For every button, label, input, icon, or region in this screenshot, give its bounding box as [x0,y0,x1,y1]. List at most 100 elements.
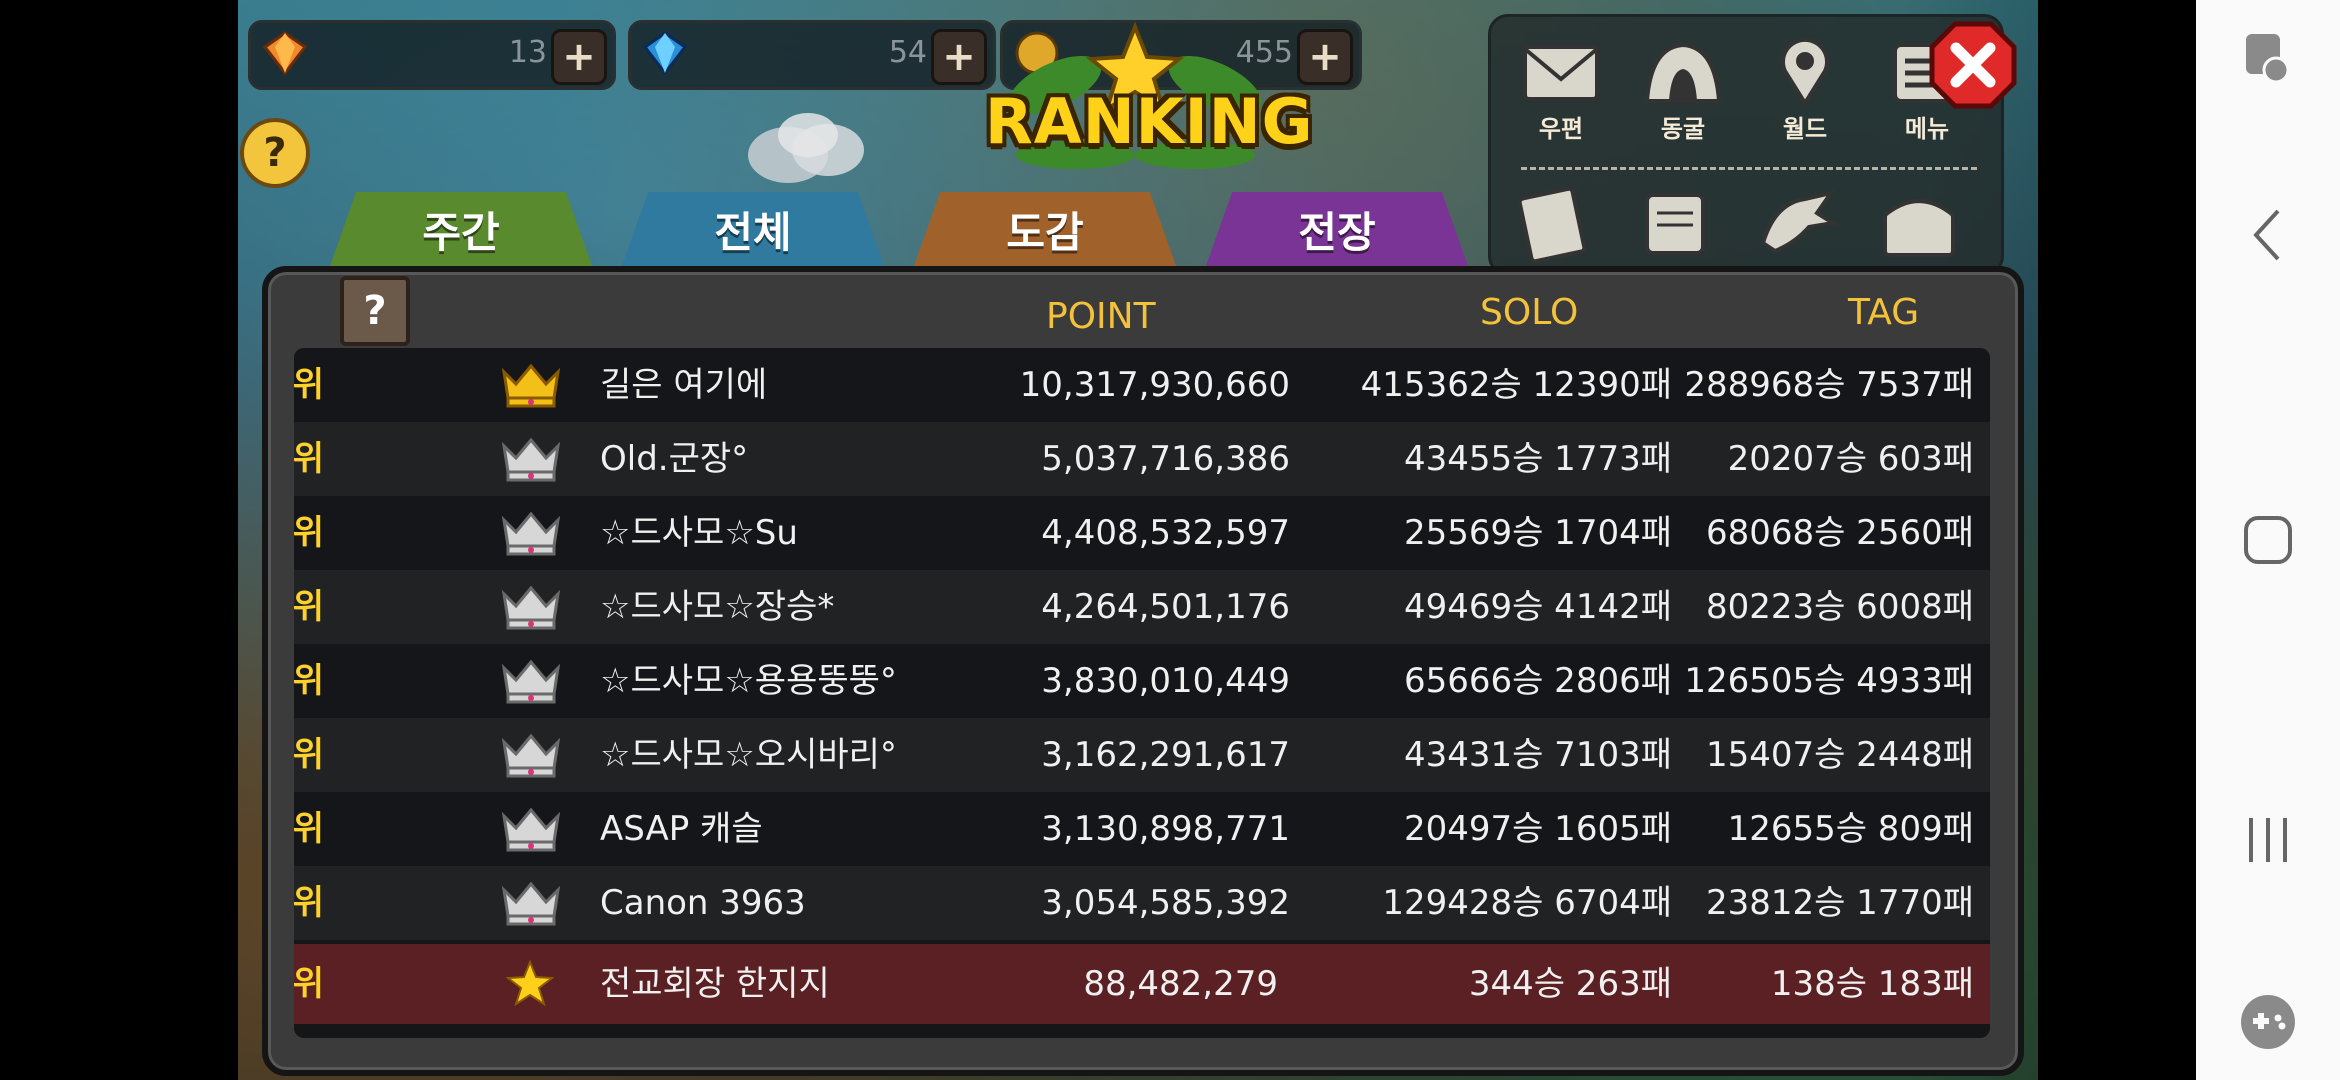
dragon-icon[interactable] [1755,183,1839,263]
my-player-name: 전교회장 한지지 [600,964,830,1004]
rank-label: 6위 [294,735,324,775]
back-button[interactable] [2196,200,2340,270]
silver-crown-icon [501,437,561,482]
tag-record: 80223승 6008패 [1705,587,1974,627]
world-button[interactable]: 월드 [1755,37,1855,144]
tab-overall[interactable]: 전체 [622,192,884,266]
mail-icon [1523,45,1599,101]
blue-gem-icon [642,31,688,76]
chest-icon[interactable] [1877,183,1961,263]
tag-record: 68068승 2560패 [1705,513,1974,553]
recents-icon [2249,818,2287,862]
rank-label: 3위 [294,513,324,553]
point-value: 3,054,585,392 [1041,883,1290,923]
ranking-row[interactable]: 2위 Old.군장° 5,037,716,386 43455승 1773패 20207승… [294,422,1990,496]
solo-record: 43431승 7103패 [1403,735,1672,775]
ranking-row[interactable]: 1위 길은 여기에 10,317,930,660 415362승 12390패 2889… [294,348,1990,422]
blue-gem-counter: 54 + [628,20,996,90]
rank-label: 8위 [294,883,324,923]
home-button[interactable] [2196,500,2340,580]
point-value: 4,408,532,597 [1041,513,1290,553]
ranking-help-button[interactable]: ? [340,276,410,346]
tag-header: TAG [1848,292,1920,333]
ranking-title: RANKING [985,85,1314,158]
tag-record: 23812승 1770패 [1705,883,1974,923]
rank-label: 1위 [294,365,324,405]
close-button[interactable] [1928,20,2018,110]
game-tools-icon [2241,995,2295,1049]
android-nav-bar [2196,0,2340,1080]
rank-label: 2위 [294,439,324,479]
ranking-row[interactable]: 6위 ☆드사모☆오시바리° 3,162,291,617 43431승 7103패 154… [294,718,1990,792]
solo-record: 65666승 2806패 [1403,661,1672,701]
cave-button[interactable]: 동굴 [1633,37,1733,144]
tab-battlefield[interactable]: 전장 [1206,192,1468,266]
my-solo-record: 344승 263패 [1468,964,1672,1004]
point-value: 3,130,898,771 [1041,809,1290,849]
player-name: ☆드사모☆오시바리° [600,735,897,775]
star-icon [506,960,554,1006]
player-name: Canon 3963 [600,883,806,923]
silver-crown-icon [501,733,561,778]
my-tag-record: 138승 183패 [1770,964,1974,1004]
top-menu-panel: 우편 동굴 월드 메뉴 [1488,14,2004,276]
ranking-row[interactable]: 7위 ASAP 캐슬 3,130,898,771 20497승 1605패 12655승… [294,792,1990,866]
point-header: POINT [1046,296,1156,337]
add-coin-button[interactable]: + [1297,29,1353,85]
tag-record: 15407승 2448패 [1705,735,1974,775]
point-value: 4,264,501,176 [1041,587,1290,627]
red-gem-value: 13 [508,35,547,70]
solo-record: 43455승 1773패 [1403,439,1672,479]
tab-collection[interactable]: 도감 [914,192,1176,266]
cloud-decoration [748,113,864,183]
my-ranking-row[interactable]: 2999위 전교회장 한지지 88,482,279 344승 263패 138승 183… [294,944,1990,1024]
my-point-value: 88,482,279 [1083,964,1278,1004]
point-value: 3,162,291,617 [1041,735,1290,775]
silver-crown-icon [501,511,561,556]
silver-crown-icon [501,585,561,630]
rank-label: 4위 [294,587,324,627]
ranking-table: 1위 길은 여기에 10,317,930,660 415362승 12390패 2889… [294,348,1990,1038]
solo-header: SOLO [1480,292,1579,333]
recents-button[interactable] [2196,800,2340,880]
solo-record: 49469승 4142패 [1403,587,1672,627]
tag-record: 20207승 603패 [1727,439,1974,479]
add-blue-gem-button[interactable]: + [931,29,987,85]
back-icon [2253,209,2280,261]
solo-record: 20497승 1605패 [1403,809,1672,849]
mail-button[interactable]: 우편 [1511,37,1611,144]
ranking-row[interactable]: 4위 ☆드사모☆장승* 4,264,501,176 49469승 4142패 80223… [294,570,1990,644]
player-name: ☆드사모☆장승* [600,587,835,627]
left-black-bar [0,0,238,1080]
rank-label: 5위 [294,661,324,701]
solo-record: 129428승 6704패 [1382,883,1672,923]
red-gem-counter: 13 + [248,20,616,90]
ranking-row[interactable]: 3위 ☆드사모☆Su 4,408,532,597 25569승 1704패 68068승… [294,496,1990,570]
touch-button[interactable] [2196,26,2340,90]
ranking-logo: RANKING [985,15,1314,175]
my-rank-label: 2999위 [294,964,324,1004]
tag-record: 12655승 809패 [1727,809,1974,849]
touch-icon [2246,34,2290,84]
scroll-icon[interactable] [1633,183,1717,263]
point-value: 3,830,010,449 [1041,661,1290,701]
rank-label: 7위 [294,809,324,849]
help-button[interactable]: ? [240,118,310,188]
home-icon [2244,516,2292,564]
add-red-gem-button[interactable]: + [551,29,607,85]
game-tools-button[interactable] [2196,990,2340,1054]
point-value: 5,037,716,386 [1041,439,1290,479]
red-gem-icon [262,31,308,76]
silver-crown-icon [501,659,561,704]
tab-weekly[interactable]: 주간 [330,192,592,266]
map-pin-icon [1781,37,1829,107]
player-name: ASAP 캐슬 [600,809,763,849]
ranking-panel: ? POINT SOLO TAG 1위 길은 여기에 10,317,930,660 4… [262,266,2024,1076]
silver-crown-icon [501,881,561,926]
blue-gem-value: 54 [888,35,927,70]
book-icon[interactable] [1515,183,1599,263]
solo-record: 25569승 1704패 [1403,513,1672,553]
ranking-row[interactable]: 5위 ☆드사모☆용용뚱뚱° 3,830,010,449 65666승 2806패 126… [294,644,1990,718]
ranking-row[interactable]: 8위 Canon 3963 3,054,585,392 129428승 6704패 23… [294,866,1990,940]
menu-divider [1521,167,1977,170]
